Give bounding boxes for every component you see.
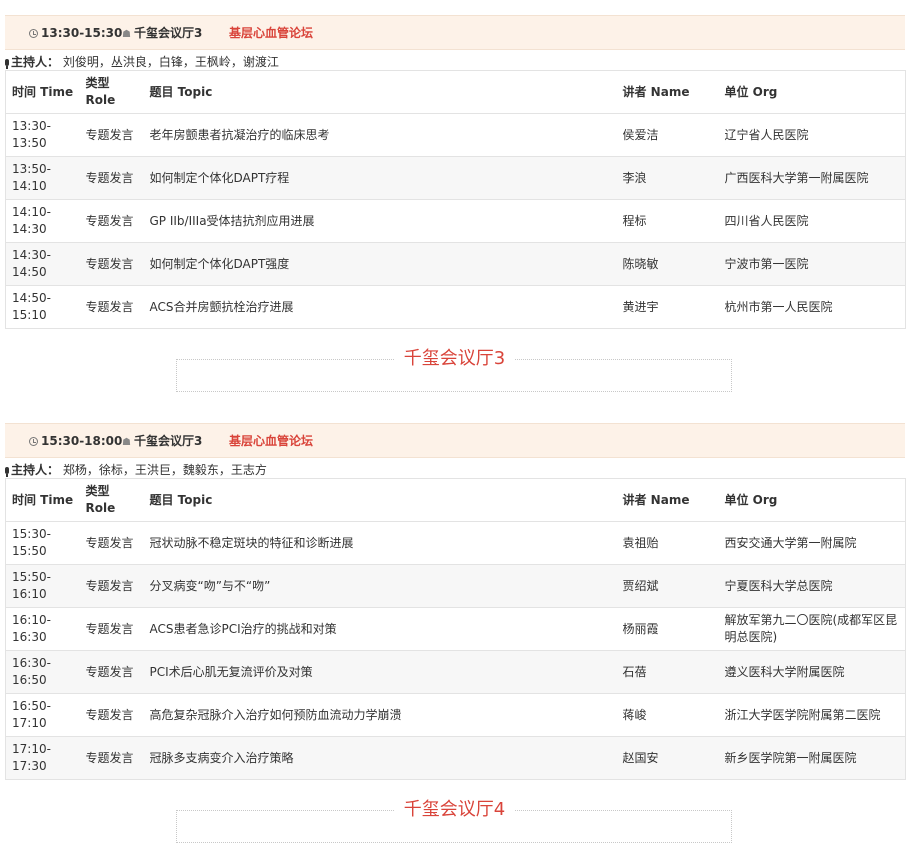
cell-topic: 冠脉多支病变介入治疗策略 [143, 736, 617, 780]
cell-speaker: 赵国安 [616, 736, 719, 780]
cell-time: 15:50- 16:10 [5, 564, 80, 608]
cell-time: 16:10- 16:30 [5, 607, 80, 651]
session-time: 15:30-18:00 [29, 434, 122, 448]
cell-speaker: 石蓓 [616, 650, 719, 694]
cell-speaker: 李浪 [616, 156, 719, 200]
column-header-time: 时间 Time [5, 478, 80, 522]
hall-divider-title: 千玺会议厅4 [0, 799, 909, 821]
cell-role: 专题发言 [79, 285, 144, 329]
hall-divider-title: 千玺会议厅3 [0, 348, 909, 370]
cell-topic: 如何制定个体化DAPT强度 [143, 242, 617, 286]
table-row: 16:50- 17:10 专题发言 高危复杂冠脉介入治疗如何预防血流动力学崩溃 蒋… [5, 693, 906, 737]
cell-org: 浙江大学医学院附属第二医院 [718, 693, 906, 737]
table-row: 17:10- 17:30 专题发言 冠脉多支病变介入治疗策略 赵国安 新乡医学院第… [5, 736, 906, 780]
cell-topic: ACS患者急诊PCI治疗的挑战和对策 [143, 607, 617, 651]
cell-topic: GP IIb/IIIa受体拮抗剂应用进展 [143, 199, 617, 243]
session-forum: 基层心血管论坛 [229, 434, 314, 448]
table-row: 14:30- 14:50 专题发言 如何制定个体化DAPT强度 陈晓敏 宁波市第一… [5, 242, 906, 286]
home-icon: ☗ [122, 437, 131, 448]
cell-org: 四川省人民医院 [718, 199, 906, 243]
column-header-topic: 题目 Topic [143, 70, 617, 114]
session-header: 13:30-15:30 ☗ 千玺会议厅3 基层心血管论坛 [5, 15, 905, 50]
cell-topic: 冠状动脉不稳定斑块的特征和诊断进展 [143, 521, 617, 565]
cell-speaker: 侯爱洁 [616, 113, 719, 157]
cell-role: 专题发言 [79, 521, 144, 565]
cell-org: 宁夏医科大学总医院 [718, 564, 906, 608]
session-hosts: 主持人： 刘俊明，丛洪良，白锋，王枫岭，谢渡江 [5, 53, 279, 70]
cell-speaker: 贾绍斌 [616, 564, 719, 608]
cell-speaker: 陈晓敏 [616, 242, 719, 286]
cell-speaker: 杨丽霞 [616, 607, 719, 651]
table-header: 时间 Time 类型 Role 题目 Topic 讲者 Name 单位 Org [5, 70, 906, 114]
cell-topic: PCI术后心肌无复流评价及对策 [143, 650, 617, 694]
cell-topic: 老年房颤患者抗凝治疗的临床思考 [143, 113, 617, 157]
table-row: 14:10- 14:30 专题发言 GP IIb/IIIa受体拮抗剂应用进展 程标… [5, 199, 906, 243]
session-time: 13:30-15:30 [29, 26, 122, 40]
cell-org: 解放军第九二〇医院(成都军区昆明总医院) [718, 607, 906, 651]
cell-role: 专题发言 [79, 113, 144, 157]
cell-speaker: 袁祖贻 [616, 521, 719, 565]
clock-icon [29, 29, 38, 38]
table-row: 16:30- 16:50 专题发言 PCI术后心肌无复流评价及对策 石蓓 遵义医科… [5, 650, 906, 694]
cell-role: 专题发言 [79, 693, 144, 737]
cell-time: 16:30- 16:50 [5, 650, 80, 694]
session-hall: ☗ 千玺会议厅3 [122, 26, 203, 40]
cell-org: 辽宁省人民医院 [718, 113, 906, 157]
cell-time: 16:50- 17:10 [5, 693, 80, 737]
cell-role: 专题发言 [79, 736, 144, 780]
cell-speaker: 程标 [616, 199, 719, 243]
cell-role: 专题发言 [79, 156, 144, 200]
column-header-role: 类型 Role [79, 70, 144, 114]
microphone-icon [5, 59, 9, 69]
cell-org: 宁波市第一医院 [718, 242, 906, 286]
microphone-icon [5, 467, 9, 477]
table-row: 15:50- 16:10 专题发言 分叉病变“吻”与不“吻” 贾绍斌 宁夏医科大学… [5, 564, 906, 608]
cell-org: 西安交通大学第一附属院 [718, 521, 906, 565]
table-row: 13:50- 14:10 专题发言 如何制定个体化DAPT疗程 李浪 广西医科大学… [5, 156, 906, 200]
home-icon: ☗ [122, 29, 131, 40]
column-header-org: 单位 Org [718, 70, 906, 114]
cell-topic: ACS合并房颤抗栓治疗进展 [143, 285, 617, 329]
column-header-org: 单位 Org [718, 478, 906, 522]
cell-role: 专题发言 [79, 242, 144, 286]
clock-icon [29, 437, 38, 446]
session-hall: ☗ 千玺会议厅3 [122, 434, 203, 448]
cell-time: 13:50- 14:10 [5, 156, 80, 200]
column-header-time: 时间 Time [5, 70, 80, 114]
cell-role: 专题发言 [79, 199, 144, 243]
cell-time: 15:30- 15:50 [5, 521, 80, 565]
cell-org: 广西医科大学第一附属医院 [718, 156, 906, 200]
cell-time: 13:30- 13:50 [5, 113, 80, 157]
table-row: 16:10- 16:30 专题发言 ACS患者急诊PCI治疗的挑战和对策 杨丽霞 … [5, 607, 906, 651]
cell-time: 14:50- 15:10 [5, 285, 80, 329]
schedule-table: 时间 Time 类型 Role 题目 Topic 讲者 Name 单位 Org 1… [5, 478, 906, 780]
column-header-topic: 题目 Topic [143, 478, 617, 522]
table-row: 13:30- 13:50 专题发言 老年房颤患者抗凝治疗的临床思考 侯爱洁 辽宁省… [5, 113, 906, 157]
cell-time: 14:30- 14:50 [5, 242, 80, 286]
column-header-role: 类型 Role [79, 478, 144, 522]
table-row: 14:50- 15:10 专题发言 ACS合并房颤抗栓治疗进展 黄进宇 杭州市第一… [5, 285, 906, 329]
cell-org: 新乡医学院第一附属医院 [718, 736, 906, 780]
column-header-speaker: 讲者 Name [616, 478, 719, 522]
cell-time: 17:10- 17:30 [5, 736, 80, 780]
cell-speaker: 蒋峻 [616, 693, 719, 737]
cell-topic: 分叉病变“吻”与不“吻” [143, 564, 617, 608]
cell-role: 专题发言 [79, 650, 144, 694]
cell-topic: 如何制定个体化DAPT疗程 [143, 156, 617, 200]
cell-role: 专题发言 [79, 564, 144, 608]
cell-org: 遵义医科大学附属医院 [718, 650, 906, 694]
table-header: 时间 Time 类型 Role 题目 Topic 讲者 Name 单位 Org [5, 478, 906, 522]
cell-topic: 高危复杂冠脉介入治疗如何预防血流动力学崩溃 [143, 693, 617, 737]
cell-time: 14:10- 14:30 [5, 199, 80, 243]
table-row: 15:30- 15:50 专题发言 冠状动脉不稳定斑块的特征和诊断进展 袁祖贻 西… [5, 521, 906, 565]
session-header: 15:30-18:00 ☗ 千玺会议厅3 基层心血管论坛 [5, 423, 905, 458]
schedule-table: 时间 Time 类型 Role 题目 Topic 讲者 Name 单位 Org 1… [5, 70, 906, 329]
cell-role: 专题发言 [79, 607, 144, 651]
cell-speaker: 黄进宇 [616, 285, 719, 329]
cell-org: 杭州市第一人民医院 [718, 285, 906, 329]
column-header-speaker: 讲者 Name [616, 70, 719, 114]
session-hosts: 主持人： 郑杨，徐标，王洪巨，魏毅东，王志方 [5, 461, 267, 478]
session-forum: 基层心血管论坛 [229, 26, 314, 40]
